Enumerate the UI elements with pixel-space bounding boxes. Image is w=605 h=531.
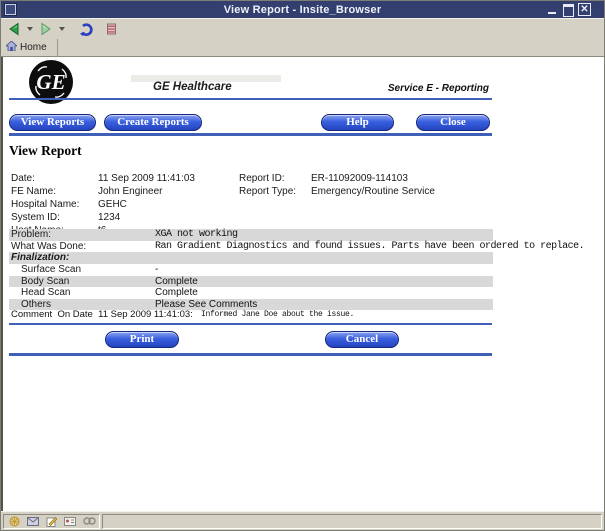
table-row: Finalization: (9, 252, 493, 264)
info-label: Report Type: (239, 185, 296, 198)
window-controls: ✕ (546, 3, 591, 16)
cancel-button[interactable]: Cancel (325, 331, 399, 348)
page-content: GE GE Healthcare Service E - Reporting V… (1, 57, 604, 512)
back-icon[interactable] (7, 22, 21, 36)
app-title: Service E - Reporting (303, 83, 489, 94)
maximize-icon[interactable] (562, 3, 575, 16)
report-detail-table: Problem: XGA not working What Was Done: … (9, 229, 493, 310)
comment-label: Comment On Date 11 Sep 2009 11:41:03: (11, 309, 193, 321)
navigator-icon[interactable] (9, 516, 20, 527)
info-label: Report ID: (239, 172, 285, 185)
svg-text:GE: GE (36, 70, 65, 94)
info-label: Date: (11, 172, 35, 185)
print-button[interactable]: Print (105, 331, 179, 348)
create-reports-button[interactable]: Create Reports (104, 114, 202, 131)
row-value: XGA not working (155, 229, 238, 241)
info-value: ER-11092009-114103 (311, 172, 408, 185)
mail-icon[interactable] (27, 517, 39, 526)
row-label: Finalization: (11, 252, 69, 264)
info-label: Hospital Name: (11, 198, 79, 211)
nav-divider (9, 133, 492, 136)
footer-divider (9, 353, 492, 356)
comment-divider (9, 323, 492, 325)
status-message-field (102, 514, 602, 529)
comment-value: Informed Jane Doe about the issue. (201, 309, 354, 321)
row-label: What Was Done: (11, 241, 86, 253)
status-bar (1, 511, 604, 530)
window-title: View Report - Insite_Browser (1, 4, 604, 16)
tab-home[interactable]: Home (1, 39, 58, 56)
table-row: Problem: XGA not working (9, 229, 493, 241)
info-value: 1234 (98, 211, 120, 224)
reload-icon[interactable] (79, 22, 94, 37)
tab-home-label: Home (20, 42, 47, 53)
info-value: Emergency/Routine Service (311, 185, 435, 198)
info-value: John Engineer (98, 185, 163, 198)
forward-dropdown-icon[interactable] (59, 27, 65, 31)
close-button[interactable]: Close (416, 114, 490, 131)
row-value: Ran Gradient Diagnostics and found issue… (155, 241, 584, 253)
ge-logo: GE (28, 59, 74, 110)
table-row: Head Scan Complete (9, 287, 493, 299)
composer-icon[interactable] (46, 516, 57, 527)
table-row: Surface Scan - (9, 264, 493, 276)
close-icon[interactable]: ✕ (578, 3, 591, 16)
info-value: GEHC (98, 198, 127, 211)
component-bar (3, 514, 100, 529)
browser-toolbar (1, 18, 604, 40)
title-bar: View Report - Insite_Browser ✕ (1, 1, 604, 18)
minimize-icon[interactable] (546, 3, 559, 16)
info-label: FE Name: (11, 185, 56, 198)
info-label: System ID: (11, 211, 60, 224)
header-divider (9, 98, 492, 100)
view-reports-button[interactable]: View Reports (9, 114, 96, 131)
row-label: Problem: (11, 229, 51, 241)
page-title: View Report (9, 143, 82, 159)
table-row: Body Scan Complete (9, 276, 493, 288)
row-label: Body Scan (21, 276, 69, 288)
tab-bar: Home (1, 39, 604, 57)
row-value: Complete (155, 276, 198, 288)
row-value: Complete (155, 287, 198, 299)
browser-window: View Report - Insite_Browser ✕ Home (0, 0, 605, 531)
help-button[interactable]: Help (321, 114, 394, 131)
brand-title: GE Healthcare (153, 81, 232, 93)
row-label: Head Scan (21, 287, 70, 299)
row-label: Surface Scan (21, 264, 81, 276)
forward-icon[interactable] (39, 22, 53, 36)
info-value: 11 Sep 2009 11:41:03 (98, 172, 195, 185)
addressbook-icon[interactable] (64, 517, 76, 526)
home-icon (6, 41, 17, 54)
row-value: - (155, 264, 158, 276)
printer-icon[interactable] (105, 22, 118, 36)
table-row: What Was Done: Ran Gradient Diagnostics … (9, 241, 493, 253)
link-icon[interactable] (83, 517, 96, 525)
back-dropdown-icon[interactable] (27, 27, 33, 31)
